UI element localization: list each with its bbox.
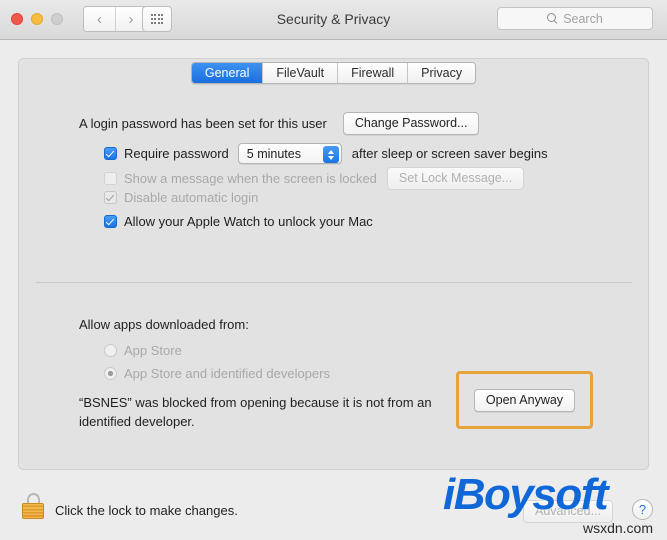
require-password-suffix-label: after sleep or screen saver begins [351, 146, 548, 161]
tab-bar: General FileVault Firewall Privacy [0, 62, 667, 84]
show-lock-message-checkbox[interactable] [104, 172, 117, 185]
stepper-arrows-icon[interactable] [322, 146, 339, 163]
show-lock-message-label: Show a message when the screen is locked [124, 171, 377, 186]
require-password-checkbox[interactable] [104, 147, 117, 160]
search-placeholder: Search [563, 11, 603, 26]
require-password-delay-value: 5 minutes [246, 146, 301, 161]
app-store-and-identified-developers-label: App Store and identified developers [124, 366, 330, 381]
window-titlebar: ‹ › Security & Privacy Search [0, 0, 667, 40]
lock-closed-icon[interactable] [22, 493, 44, 519]
tab-filevault[interactable]: FileVault [262, 63, 338, 83]
allow-apps-heading-row: Allow apps downloaded from: [79, 317, 249, 332]
lock-hint-label: Click the lock to make changes. [55, 503, 238, 518]
apple-watch-checkbox[interactable] [104, 215, 117, 228]
app-store-radio[interactable] [104, 344, 117, 357]
disable-auto-login-row: Disable automatic login [104, 190, 258, 205]
change-password-button[interactable]: Change Password... [342, 112, 480, 135]
allow-apps-heading: Allow apps downloaded from: [79, 317, 249, 332]
app-store-and-identified-developers-radio[interactable] [104, 367, 117, 380]
radio-app-store-row: App Store [104, 343, 182, 358]
login-password-row: A login password has been set for this u… [79, 112, 480, 135]
show-lock-message-row: Show a message when the screen is locked… [104, 167, 525, 190]
tab-general[interactable]: General [191, 63, 263, 83]
app-store-label: App Store [124, 343, 182, 358]
apple-watch-label: Allow your Apple Watch to unlock your Ma… [124, 214, 373, 229]
site-watermark: wsxdn.com [582, 520, 653, 536]
section-divider [36, 282, 632, 283]
login-password-label: A login password has been set for this u… [79, 116, 327, 131]
require-password-row: Require password 5 minutes after sleep o… [104, 143, 548, 164]
set-lock-message-button[interactable]: Set Lock Message... [386, 167, 525, 190]
require-password-label: Require password [124, 146, 229, 161]
tab-privacy[interactable]: Privacy [407, 63, 476, 83]
disable-auto-login-label: Disable automatic login [124, 190, 259, 205]
open-anyway-highlight-box: Open Anyway [456, 371, 593, 429]
apple-watch-row: Allow your Apple Watch to unlock your Ma… [104, 214, 373, 229]
tab-firewall[interactable]: Firewall [337, 63, 408, 83]
open-anyway-button[interactable]: Open Anyway [473, 388, 576, 412]
disable-auto-login-checkbox[interactable] [104, 191, 117, 204]
require-password-delay-select[interactable]: 5 minutes [237, 143, 342, 164]
search-icon [547, 13, 558, 24]
radio-identified-developers-row: App Store and identified developers [104, 366, 330, 381]
question-mark-icon: ? [638, 502, 647, 517]
search-input[interactable]: Search [497, 7, 653, 30]
blocked-app-message: “BSNES” was blocked from opening because… [79, 395, 432, 429]
help-button[interactable]: ? [632, 499, 653, 520]
